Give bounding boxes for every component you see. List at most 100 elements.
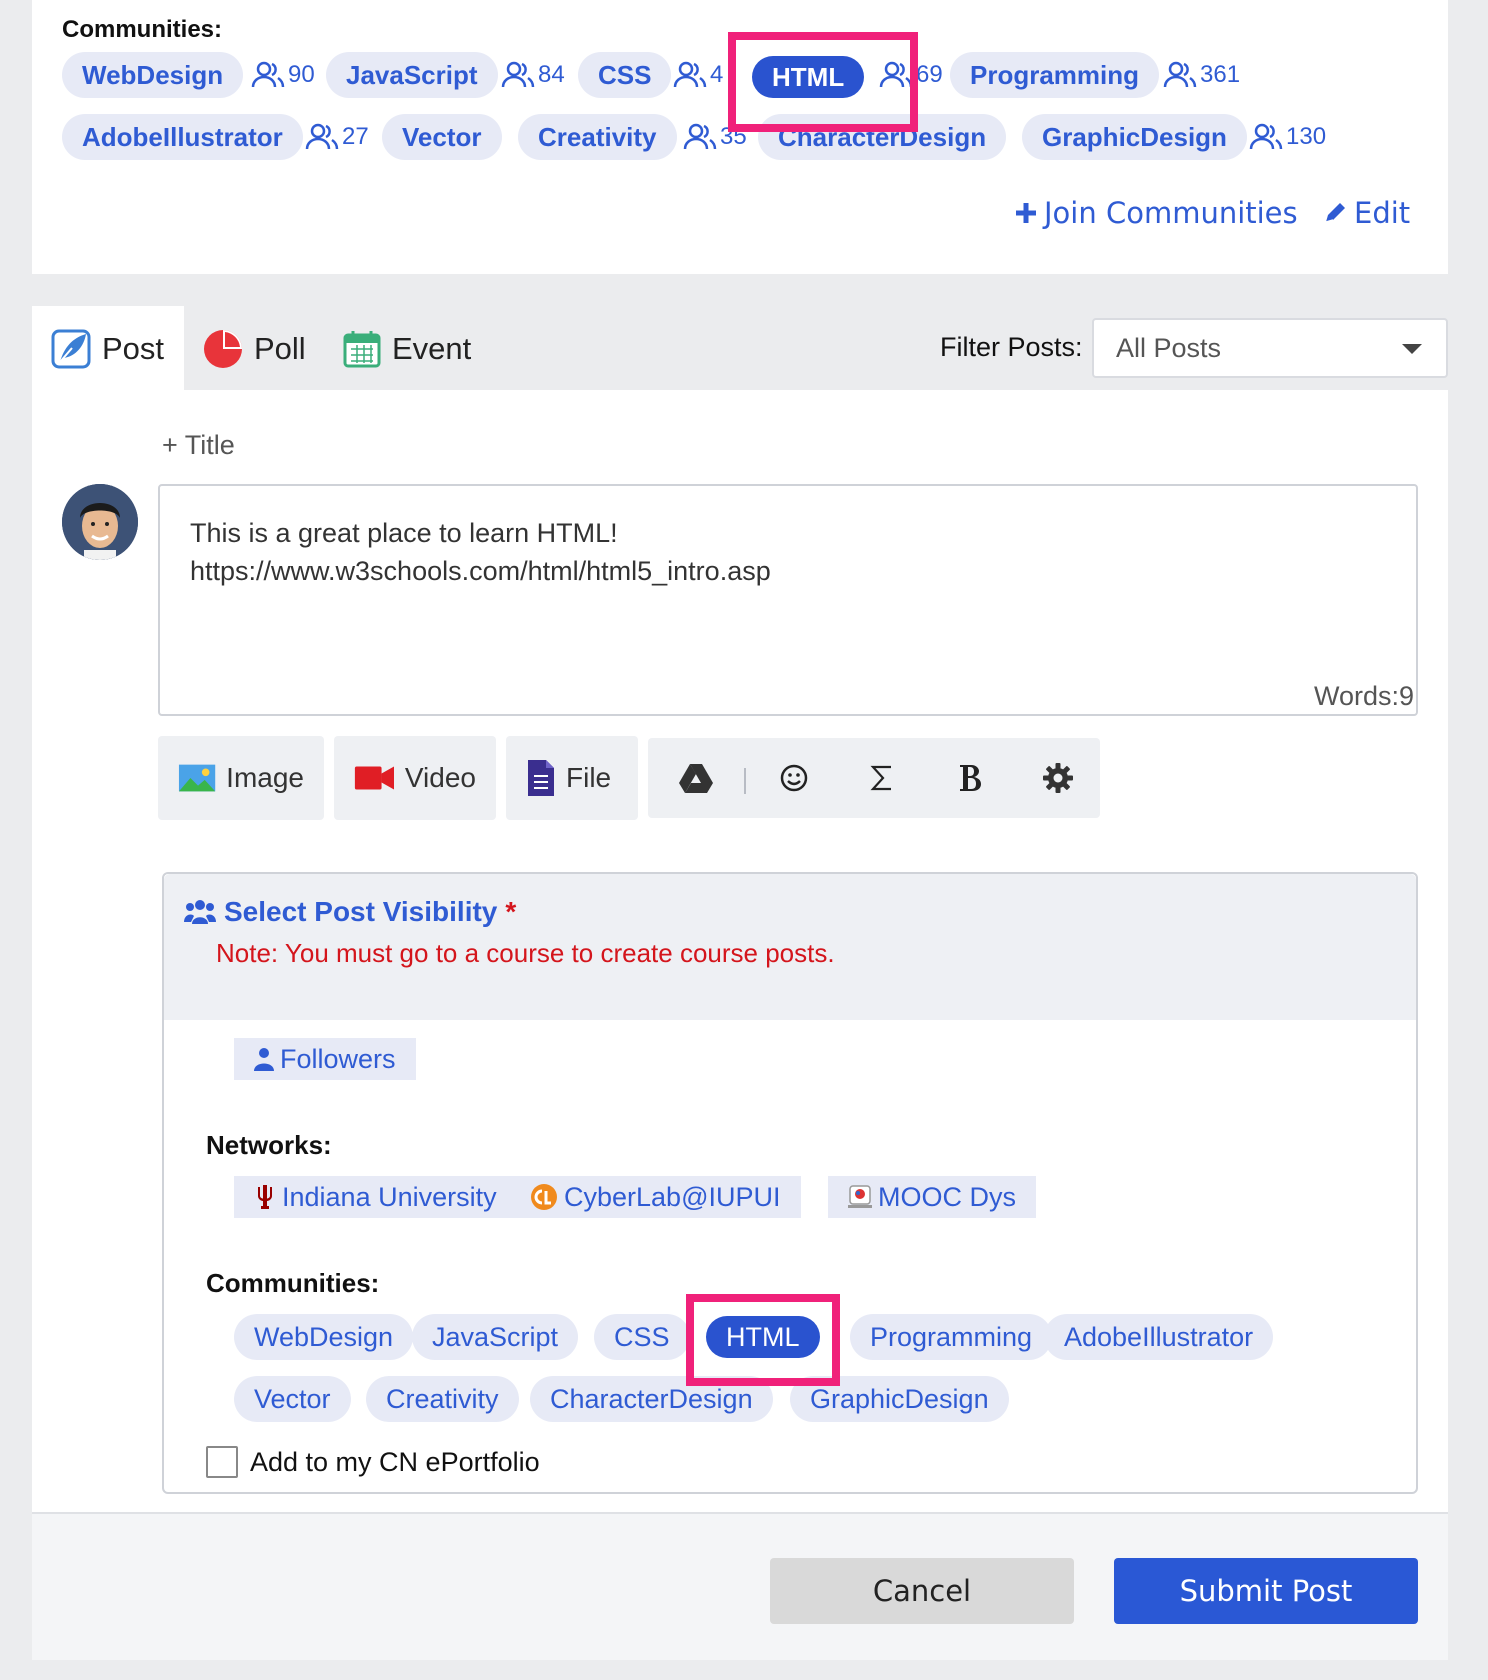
video-camera-icon — [354, 766, 395, 790]
submit-post-button[interactable]: Submit Post — [1114, 1558, 1418, 1624]
join-communities-link[interactable]: Join Communities — [1014, 190, 1298, 236]
filter-posts-select[interactable]: All Posts — [1092, 318, 1448, 378]
community-tag-adobeillustrator[interactable]: AdobeIllustrator — [62, 114, 303, 160]
image-button[interactable]: Image — [158, 736, 324, 820]
member-count-programming: 361 — [1162, 52, 1240, 98]
member-count-value: 361 — [1200, 61, 1241, 88]
community-tag-webdesign[interactable]: WebDesign — [62, 52, 244, 98]
smile-icon — [780, 764, 808, 792]
visibility-community-programming[interactable]: Programming — [850, 1314, 1053, 1360]
tab-event-label: Event — [392, 331, 472, 366]
followers-label: Followers — [280, 1044, 396, 1074]
chevron-down-icon — [1402, 344, 1422, 354]
community-tag-javascript[interactable]: JavaScript — [326, 52, 498, 98]
post-text-area[interactable]: This is a great place to learn HTML! htt… — [158, 484, 1418, 716]
highlight-box — [728, 32, 918, 132]
cancel-button[interactable]: Cancel — [770, 1558, 1074, 1624]
member-count-value: 90 — [288, 61, 315, 88]
member-count-value: 69 — [916, 61, 943, 88]
community-tag-vector[interactable]: Vector — [382, 114, 502, 160]
sigma-icon — [870, 765, 891, 791]
eportfolio-checkbox[interactable] — [206, 1446, 238, 1478]
edit-link[interactable]: Edit — [1322, 190, 1410, 236]
post-text-line-2: https://www.w3schools.com/html/html5_int… — [190, 556, 771, 586]
formatting-toolbar — [648, 738, 1100, 818]
add-title-link[interactable]: + Title — [162, 430, 235, 461]
emoji-button[interactable] — [764, 738, 824, 818]
community-tag-programming[interactable]: Programming — [950, 52, 1160, 98]
cyberlab-logo-icon — [531, 1184, 557, 1210]
followers-chip[interactable]: Followers — [234, 1038, 416, 1080]
community-tag-creativity[interactable]: Creativity — [518, 114, 677, 160]
image-button-label: Image — [226, 762, 304, 793]
users-icon — [1163, 61, 1197, 88]
iu-trident-icon — [258, 1185, 272, 1209]
required-asterisk: * — [505, 896, 517, 927]
tab-post[interactable]: Post — [50, 316, 164, 382]
member-count-webdesign: 90 — [250, 52, 315, 98]
users-group-icon — [184, 900, 216, 924]
google-drive-button[interactable] — [666, 738, 726, 818]
users-icon — [501, 61, 535, 88]
member-count-css: 4 — [672, 52, 723, 98]
highlight-box — [686, 1294, 840, 1386]
plus-icon — [1016, 203, 1036, 223]
tab-post-label: Post — [102, 331, 165, 366]
gear-icon — [1043, 763, 1073, 793]
video-button[interactable]: Video — [334, 736, 496, 820]
edit-label: Edit — [1354, 196, 1411, 230]
filter-posts-label: Filter Posts: — [940, 332, 1083, 362]
visibility-community-webdesign[interactable]: WebDesign — [234, 1314, 414, 1360]
community-tag-graphicdesign[interactable]: GraphicDesign — [1022, 114, 1247, 160]
visibility-community-javascript[interactable]: JavaScript — [412, 1314, 579, 1360]
file-button-label: File — [566, 762, 612, 793]
settings-button[interactable] — [1028, 738, 1088, 818]
tab-poll[interactable]: Poll — [202, 316, 306, 382]
eportfolio-label: Add to my CN ePortfolio — [250, 1446, 540, 1477]
bold-icon — [960, 765, 981, 791]
mooc-logo-icon — [848, 1185, 872, 1208]
post-text-line-1: This is a great place to learn HTML! — [190, 518, 618, 548]
network-chip-cyberlab[interactable]: CyberLab@IUPUI — [510, 1176, 801, 1218]
file-button[interactable]: File — [506, 736, 638, 820]
join-communities-label: Join Communities — [1044, 196, 1298, 230]
calendar-icon — [343, 331, 381, 368]
post-visibility-panel: Select Post Visibility * Note: You must … — [162, 872, 1418, 1494]
network-chip-indiana-university[interactable]: Indiana University — [234, 1176, 517, 1218]
video-button-label: Video — [404, 762, 476, 793]
filter-posts-value: All Posts — [1116, 333, 1222, 363]
visibility-title-text: Select Post Visibility — [224, 896, 498, 927]
network-label: CyberLab@IUPUI — [564, 1182, 781, 1212]
page: Communities: WebDesign 90 JavaScript 84 … — [0, 0, 1488, 1680]
communities-section-label: Communities: — [206, 1268, 380, 1298]
eportfolio-option[interactable]: Add to my CN ePortfolio — [206, 1446, 540, 1478]
network-label: MOOC Dys — [878, 1182, 1016, 1212]
users-icon — [673, 61, 707, 88]
communities-label: Communities: — [62, 16, 223, 43]
visibility-title: Select Post Visibility * — [184, 896, 516, 928]
visibility-community-creativity[interactable]: Creativity — [366, 1376, 519, 1422]
member-count-value: 130 — [1286, 123, 1327, 150]
bold-button[interactable] — [940, 738, 1000, 818]
composer-footer: Cancel Submit Post — [32, 1512, 1448, 1660]
networks-label: Networks: — [206, 1130, 332, 1160]
equation-button[interactable] — [852, 738, 912, 818]
community-tag-css[interactable]: CSS — [578, 52, 672, 98]
tab-event[interactable]: Event — [342, 316, 471, 382]
visibility-community-vector[interactable]: Vector — [234, 1376, 351, 1422]
member-count-value: 84 — [538, 61, 565, 88]
users-icon — [251, 61, 285, 88]
visibility-community-css[interactable]: CSS — [594, 1314, 690, 1360]
member-count-value: 4 — [710, 61, 724, 88]
avatar — [62, 484, 138, 560]
google-drive-icon — [679, 764, 713, 793]
pie-chart-icon — [204, 330, 242, 368]
member-count-graphicdesign: 130 — [1248, 114, 1326, 160]
network-chip-mooc-dys[interactable]: MOOC Dys — [828, 1176, 1036, 1218]
visibility-community-adobeillustrator[interactable]: AdobeIllustrator — [1044, 1314, 1274, 1360]
user-avatar-image — [62, 484, 138, 560]
network-label: Indiana University — [282, 1182, 497, 1212]
course-note: Note: You must go to a course to create … — [216, 938, 835, 968]
word-count: Words:9 — [1313, 681, 1414, 711]
member-count-javascript: 84 — [500, 52, 565, 98]
